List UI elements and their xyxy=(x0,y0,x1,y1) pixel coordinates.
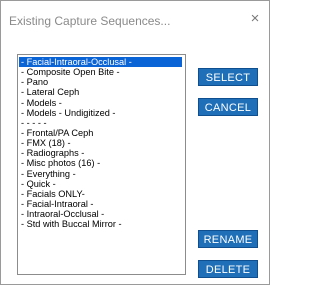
list-item[interactable]: - Models - xyxy=(19,98,182,108)
list-item[interactable]: - Everything - xyxy=(19,169,182,179)
rename-button[interactable]: RENAME xyxy=(198,230,258,248)
list-item[interactable]: - Std with Buccal Mirror - xyxy=(19,219,182,229)
list-item[interactable]: - FMX (18) - xyxy=(19,138,182,148)
list-item[interactable]: - Composite Open Bite - xyxy=(19,67,182,77)
list-item[interactable]: - Facial-Intraoral-Occlusal - xyxy=(19,57,182,68)
sequence-list[interactable]: - Facial-Intraoral-Occlusal -- Composite… xyxy=(19,57,182,229)
list-item[interactable]: - Radiographs - xyxy=(19,148,182,158)
list-item[interactable]: - Facial-Intraoral - xyxy=(19,199,182,209)
list-item[interactable]: - Pano xyxy=(19,77,182,87)
cancel-button[interactable]: CANCEL xyxy=(198,98,258,116)
dialog-title: Existing Capture Sequences... xyxy=(9,14,171,28)
sequence-listbox[interactable]: - Facial-Intraoral-Occlusal -- Composite… xyxy=(17,54,186,275)
list-item[interactable]: - Quick - xyxy=(19,179,182,189)
delete-button[interactable]: DELETE xyxy=(198,260,258,278)
select-button[interactable]: SELECT xyxy=(198,68,258,86)
close-icon[interactable]: × xyxy=(245,9,265,29)
list-item[interactable]: - Models - Undigitized - xyxy=(19,108,182,118)
list-item[interactable]: - Misc photos (16) - xyxy=(19,158,182,168)
list-item[interactable]: - Facials ONLY- xyxy=(19,189,182,199)
list-item[interactable]: - Intraoral-Occlusal - xyxy=(19,209,182,219)
capture-sequences-dialog: Existing Capture Sequences... × - Facial… xyxy=(0,0,270,285)
list-item[interactable]: - - - - - xyxy=(19,118,182,128)
list-item[interactable]: - Lateral Ceph xyxy=(19,87,182,97)
list-item[interactable]: - Frontal/PA Ceph xyxy=(19,128,182,138)
